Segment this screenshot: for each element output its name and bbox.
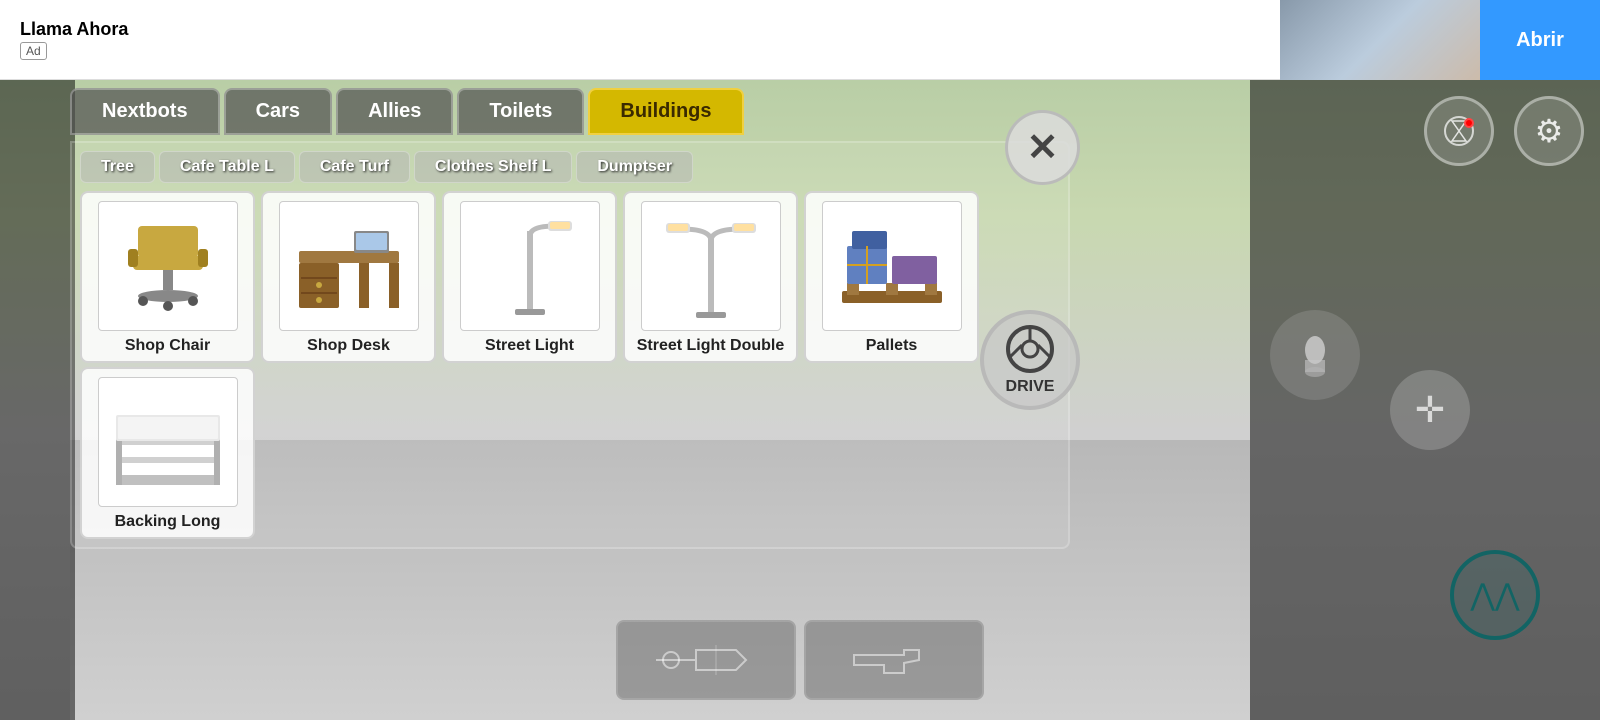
tab-buildings[interactable]: Buildings xyxy=(588,88,743,135)
tab-toilets[interactable]: Toilets xyxy=(457,88,584,135)
gear-icon: ⚙ xyxy=(1535,112,1564,150)
close-icon: ✕ xyxy=(1027,129,1059,167)
weapon-slot-1-icon xyxy=(646,635,766,685)
ad-right: Abrir xyxy=(1280,0,1600,80)
item-preview-street-light xyxy=(460,201,600,331)
tab-allies[interactable]: Allies xyxy=(336,88,453,135)
items-grid: Shop Chair xyxy=(80,191,1060,363)
tab-nextbots[interactable]: Nextbots xyxy=(70,88,220,135)
subcategory-row: Tree Cafe Table L Cafe Turf Clothes Shel… xyxy=(80,151,1060,183)
record-button[interactable] xyxy=(1424,96,1494,166)
steering-wheel-icon xyxy=(1005,324,1055,374)
item-preview-backing-long xyxy=(98,377,238,507)
ad-image xyxy=(1280,0,1480,80)
move-arrows-icon: ✛ xyxy=(1415,389,1445,431)
weapon-slot-2[interactable] xyxy=(804,620,984,700)
drive-button[interactable]: DRIVE xyxy=(980,310,1080,410)
items-grid-row2: Backing Long xyxy=(80,367,1060,539)
item-street-light[interactable]: Street Light xyxy=(442,191,617,363)
weapon-slot-1[interactable] xyxy=(616,620,796,700)
ad-bar: Llama Ahora Ad Abrir xyxy=(0,0,1600,80)
item-shop-desk[interactable]: Shop Desk xyxy=(261,191,436,363)
ad-content: Llama Ahora Ad xyxy=(20,19,128,60)
ad-open-button[interactable]: Abrir xyxy=(1480,0,1600,80)
weapon-slot-2-icon xyxy=(834,635,954,685)
hourglass-icon xyxy=(1439,111,1479,151)
tab-cars[interactable]: Cars xyxy=(224,88,332,135)
item-label-shop-chair: Shop Chair xyxy=(125,337,210,355)
side-panel-left xyxy=(0,80,75,720)
street-light-icon xyxy=(470,211,590,321)
category-tabs: Nextbots Cars Allies Toilets Buildings xyxy=(70,88,1070,135)
backing-long-icon xyxy=(108,387,228,497)
item-street-light-double[interactable]: Street Light Double xyxy=(623,191,798,363)
street-light-double-icon xyxy=(651,211,771,321)
subcategory-cafe-table-l[interactable]: Cafe Table L xyxy=(159,151,295,183)
item-label-street-light-double: Street Light Double xyxy=(637,337,785,355)
item-pallets[interactable]: Pallets xyxy=(804,191,979,363)
ad-image-placeholder xyxy=(1280,0,1480,80)
pallets-icon xyxy=(832,211,952,321)
move-button[interactable]: ✛ xyxy=(1390,370,1470,450)
items-area: Tree Cafe Table L Cafe Turf Clothes Shel… xyxy=(70,141,1070,549)
subcategory-clothes-shelf-l[interactable]: Clothes Shelf L xyxy=(414,151,572,183)
subcategory-dumptser[interactable]: Dumptser xyxy=(576,151,693,183)
ad-badge: Ad xyxy=(20,42,47,60)
ad-title: Llama Ahora xyxy=(20,19,128,40)
weapon-slots xyxy=(616,620,984,700)
subcategory-cafe-turf[interactable]: Cafe Turf xyxy=(299,151,410,183)
drive-label: DRIVE xyxy=(1006,378,1055,396)
item-preview-street-light-double xyxy=(641,201,781,331)
item-backing-long[interactable]: Backing Long xyxy=(80,367,255,539)
close-button[interactable]: ✕ xyxy=(1005,110,1080,185)
item-shop-chair[interactable]: Shop Chair xyxy=(80,191,255,363)
subcategory-tree[interactable]: Tree xyxy=(80,151,155,183)
shop-desk-icon xyxy=(289,211,409,321)
item-label-pallets: Pallets xyxy=(866,337,918,355)
item-label-street-light: Street Light xyxy=(485,337,574,355)
item-preview-pallets xyxy=(822,201,962,331)
item-label-shop-desk: Shop Desk xyxy=(307,337,390,355)
item-label-backing-long: Backing Long xyxy=(115,513,221,531)
item-preview-shop-chair xyxy=(98,201,238,331)
shop-chair-icon xyxy=(108,211,228,321)
bullet-icon xyxy=(1288,328,1343,383)
ammo-button[interactable] xyxy=(1270,310,1360,400)
settings-button[interactable]: ⚙ xyxy=(1514,96,1584,166)
item-preview-shop-desk xyxy=(279,201,419,331)
hud-top-icons: ⚙ xyxy=(1424,96,1584,166)
